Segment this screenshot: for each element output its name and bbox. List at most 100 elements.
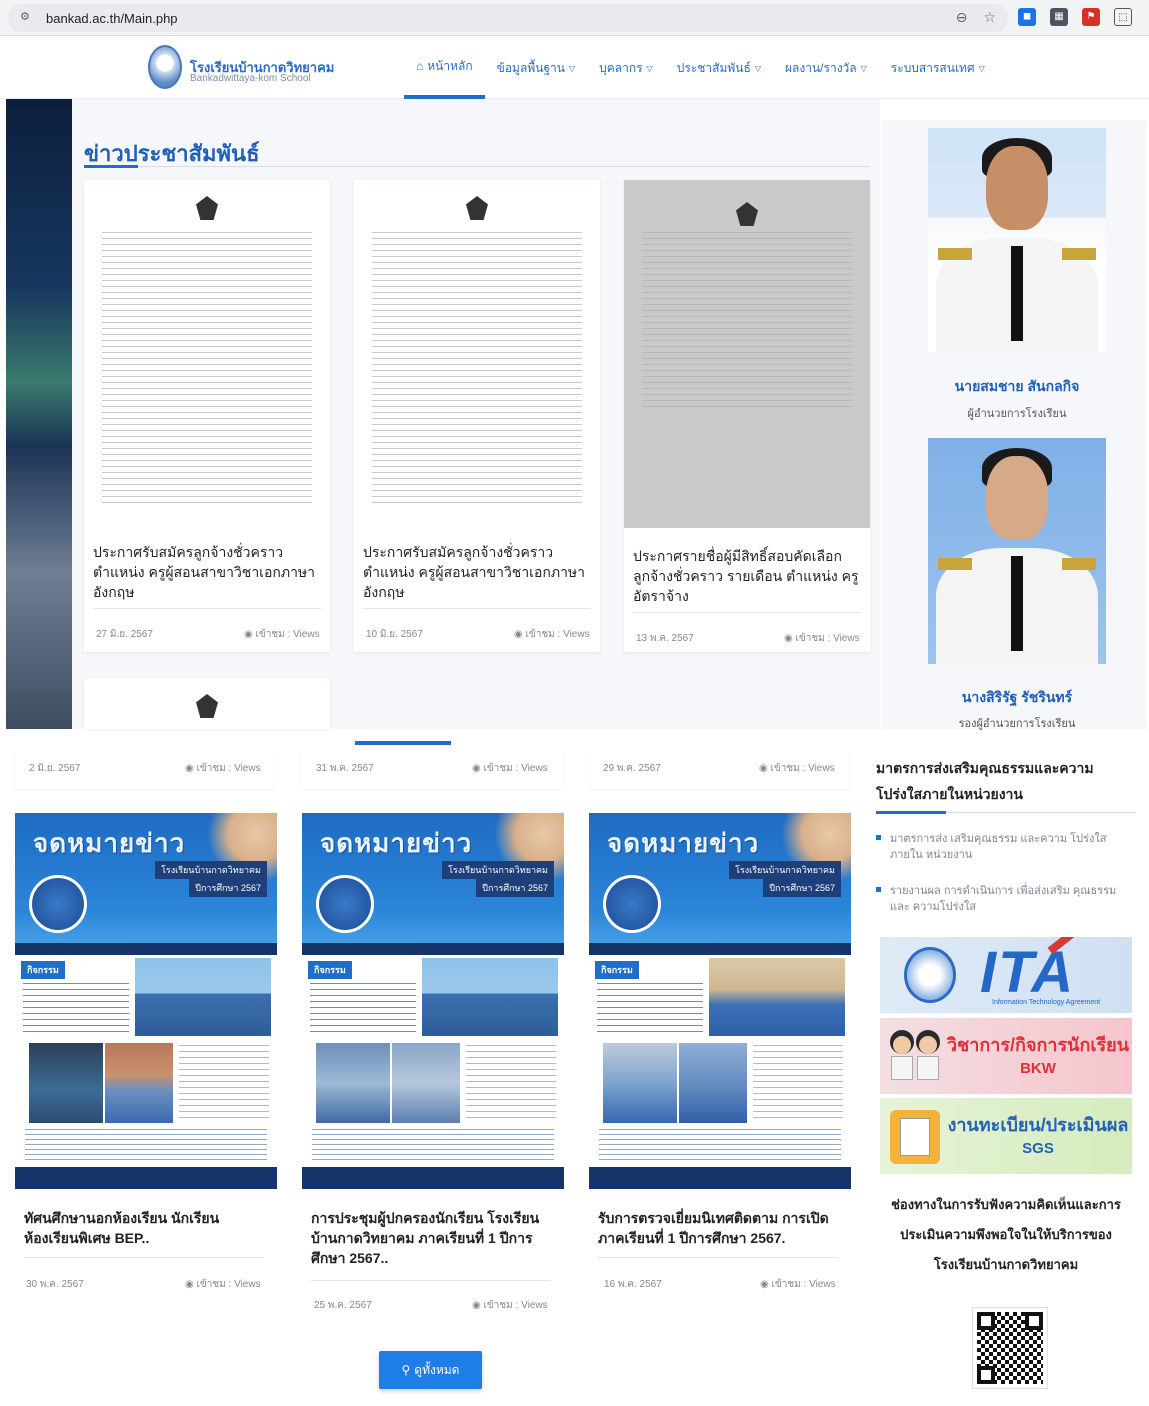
nav-item-label: บุคลากร	[599, 60, 643, 75]
poster-text	[25, 1129, 267, 1161]
epaulette	[1062, 248, 1096, 260]
url-text[interactable]: bankad.ac.th/Main.php	[46, 11, 178, 26]
sgs-title: งานทะเบียน/ประเมินผล	[947, 1115, 1129, 1135]
nav-item-label: ระบบสารสนเทศ	[890, 60, 975, 75]
school-seal-icon	[904, 947, 956, 1003]
nav-item-info-system[interactable]: ระบบสารสนเทศ ▽	[879, 37, 997, 99]
integrity-link[interactable]: รายงานผล การดำเนินการ เพื่อส่งเสริม คุณธ…	[876, 883, 1138, 915]
news-views: ◉ เข้าชม : Views	[514, 627, 590, 642]
card-divider	[93, 608, 321, 609]
home-icon: ⌂	[416, 59, 424, 73]
news-thumbnail[interactable]	[84, 180, 330, 526]
newsletter-title[interactable]: การประชุมผู้ปกครองนักเรียน โรงเรียนบ้านก…	[311, 1208, 561, 1268]
poster-photo	[392, 1043, 460, 1123]
garuda-emblem-icon	[466, 196, 488, 220]
bookmark-star-icon[interactable]: ☆	[983, 9, 996, 26]
views-label: เข้าชม : Views	[196, 763, 261, 774]
newsletter-poster[interactable]: จดหมายข่าว โรงเรียนบ้านกาดวิทยาคม ปีการศ…	[302, 813, 564, 1189]
poster-text	[753, 1045, 843, 1123]
nav-item-home[interactable]: ⌂ หน้าหลัก	[404, 37, 485, 99]
nav-item-staff[interactable]: บุคลากร ▽	[587, 37, 665, 99]
news-card-footer: 31 พ.ค. 2567 ◉ เข้าชม : Views	[302, 749, 562, 789]
poster-year-tag: ปีการศึกษา 2567	[763, 879, 841, 897]
views-label: เข้าชม : Views	[483, 1300, 548, 1311]
deputy-director-photo[interactable]	[928, 438, 1106, 664]
site-info-icon[interactable]: ⚙	[20, 10, 36, 26]
poster-footer	[589, 1167, 851, 1189]
poster-text	[310, 983, 416, 1033]
news-date: 25 พ.ค. 2567	[314, 1300, 372, 1311]
poster-school-tag: โรงเรียนบ้านกาดวิทยาคม	[729, 861, 841, 879]
site-header: โรงเรียนบ้านกาดวิทยาคม Bankadwittaya-kom…	[0, 37, 1149, 99]
nav-item-label: ประชาสัมพันธ์	[676, 60, 751, 75]
view-all-button[interactable]: ⚲ ดูทั้งหมด	[379, 1351, 482, 1389]
newsletter-title[interactable]: รับการตรวจเยี่ยมนิเทศติดตาม การเปิดภาคเร…	[598, 1208, 848, 1248]
poster-text	[23, 983, 129, 1033]
news-title[interactable]: ประกาศรับสมัครลูกจ้างชั่วคราว ตำแหน่ง คร…	[93, 542, 323, 602]
card-divider	[598, 1257, 838, 1258]
newsletter-poster[interactable]: จดหมายข่าว โรงเรียนบ้านกาดวิทยาคม ปีการศ…	[15, 813, 277, 1189]
integrity-link[interactable]: มาตรการส่ง เสริมคุณธรรม และความ โปร่งใส …	[876, 831, 1138, 863]
poster-banner	[302, 943, 564, 955]
poster-year-tag: ปีการศึกษา 2567	[189, 879, 267, 897]
news-thumbnail[interactable]	[354, 180, 600, 526]
pdf-extension-icon[interactable]: ⚑	[1082, 8, 1100, 26]
poster-heading: จดหมายข่าว	[607, 828, 760, 858]
news-date: 27 มิ.ย. 2567	[96, 629, 153, 640]
integrity-link-label[interactable]: มาตรการส่ง เสริมคุณธรรม และความ โปร่งใส …	[890, 833, 1106, 861]
extension-grid-icon[interactable]: ▦	[1050, 8, 1068, 26]
views-label: เข้าชม : Views	[771, 1279, 836, 1290]
card-divider	[633, 612, 861, 613]
qr-code[interactable]	[972, 1307, 1048, 1389]
eye-icon: ◉	[759, 763, 771, 774]
extensions-puzzle-icon[interactable]: ⬚	[1114, 8, 1132, 26]
newsletter-poster[interactable]: จดหมายข่าว โรงเรียนบ้านกาดวิทยาคม ปีการศ…	[589, 813, 851, 1189]
news-card[interactable]: ประกาศรับสมัครลูกจ้างชั่วคราว ตำแหน่ง คร…	[354, 180, 600, 652]
chevron-down-icon: ▽	[860, 63, 867, 73]
nav-item-awards[interactable]: ผลงาน/รางวัล ▽	[773, 37, 879, 99]
news-card[interactable]: ประกาศรายชื่อผู้มีสิทธิ์สอบคัดเลือก ลูกจ…	[624, 180, 870, 652]
news-date: 29 พ.ค. 2567	[603, 763, 661, 774]
browser-toolbar: ⚙ bankad.ac.th/Main.php ⊖ ☆ ◼ ▦ ⚑ ⬚	[0, 0, 1149, 36]
address-bar[interactable]: ⚙ bankad.ac.th/Main.php ⊖ ☆	[8, 4, 1008, 32]
news-thumbnail[interactable]	[624, 180, 870, 528]
newsletter-title[interactable]: ทัศนศึกษานอกห้องเรียน นักเรียนห้องเรียนพ…	[24, 1208, 264, 1248]
face	[986, 456, 1048, 540]
views-label: เข้าชม : Views	[795, 633, 860, 644]
news-card[interactable]	[84, 678, 330, 729]
news-date: 13 พ.ค. 2567	[636, 633, 694, 644]
poster-photo	[679, 1043, 747, 1123]
ita-logo-text: ITA	[980, 940, 1076, 1005]
news-views: ◉ เข้าชม : Views	[185, 1277, 261, 1292]
poster-year-tag: ปีการศึกษา 2567	[476, 879, 554, 897]
view-all-label: ดูทั้งหมด	[414, 1362, 460, 1377]
nav-item-pr[interactable]: ประชาสัมพันธ์ ▽	[665, 37, 773, 99]
qr-finder	[977, 1312, 995, 1330]
poster-photo	[135, 958, 271, 1036]
poster-text	[599, 1129, 841, 1161]
news-date: 31 พ.ค. 2567	[316, 763, 374, 774]
integrity-link-label[interactable]: รายงานผล การดำเนินการ เพื่อส่งเสริม คุณธ…	[890, 885, 1116, 913]
staff-name: นายสมชาย สันกลกิจ	[954, 378, 1080, 394]
garuda-emblem-icon	[196, 196, 218, 220]
chevron-down-icon: ▽	[754, 63, 761, 73]
news-card[interactable]: ประกาศรับสมัครลูกจ้างชั่วคราว ตำแหน่ง คร…	[84, 180, 330, 652]
nav-item-basic-info[interactable]: ข้อมูลพื้นฐาน ▽	[485, 37, 588, 99]
section-divider-accent	[84, 165, 138, 168]
poster-photo	[105, 1043, 173, 1123]
sgs-code: SGS	[1022, 1140, 1054, 1157]
bkw-banner[interactable]: วิชาการ/กิจการนักเรียน BKW	[880, 1018, 1132, 1094]
poster-footer	[302, 1167, 564, 1189]
school-logo[interactable]	[148, 45, 182, 89]
zoom-icon[interactable]: ⊖	[956, 9, 968, 26]
news-date: 2 มิ.ย. 2567	[29, 763, 81, 774]
ita-banner[interactable]: ITA Information Technology Agreement	[880, 937, 1132, 1013]
epaulette	[938, 558, 972, 570]
news-title[interactable]: ประกาศรายชื่อผู้มีสิทธิ์สอบคัดเลือก ลูกจ…	[633, 546, 865, 606]
card-divider	[311, 1280, 551, 1281]
news-title[interactable]: ประกาศรับสมัครลูกจ้างชั่วคราว ตำแหน่ง คร…	[363, 542, 593, 602]
extension-icon[interactable]: ◼	[1018, 8, 1036, 26]
sgs-banner[interactable]: งานทะเบียน/ประเมินผล SGS	[880, 1098, 1132, 1174]
director-photo[interactable]	[928, 128, 1106, 352]
nav-item-label: ผลงาน/รางวัล	[784, 60, 857, 75]
